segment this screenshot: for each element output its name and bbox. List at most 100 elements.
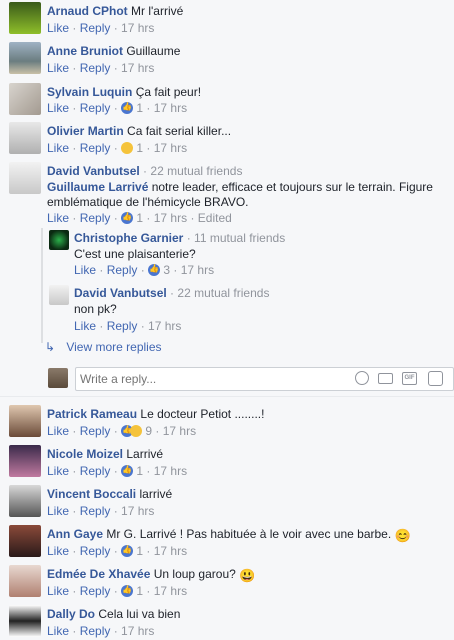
like-link[interactable]: Like <box>47 544 69 558</box>
timestamp[interactable]: 17 hrs <box>121 21 154 35</box>
like-reaction-icon[interactable] <box>121 544 134 557</box>
commenter-name[interactable]: Anne Bruniot <box>47 44 123 58</box>
commenter-name[interactable]: Olivier Martin <box>47 124 124 138</box>
timestamp[interactable]: 17 hrs <box>121 61 154 75</box>
reply-link[interactable]: Reply <box>80 141 111 155</box>
smiley-icon[interactable] <box>355 371 369 385</box>
like-reaction-icon[interactable] <box>121 101 134 114</box>
avatar[interactable] <box>9 162 41 194</box>
reaction-count[interactable]: 1 <box>136 211 143 225</box>
avatar[interactable] <box>49 230 69 250</box>
like-link[interactable]: Like <box>74 319 96 333</box>
mentioned-user[interactable]: Guillaume Larrivé <box>47 180 148 194</box>
timestamp[interactable]: 17 hrs <box>154 141 187 155</box>
avatar[interactable] <box>49 285 69 305</box>
reply-arrow-icon: ↳ <box>45 340 56 354</box>
reaction-count[interactable]: 1 <box>136 101 143 115</box>
timestamp[interactable]: 17 hrs <box>148 319 181 333</box>
reply-link[interactable]: Reply <box>80 424 111 438</box>
reply-input[interactable]: GIF <box>75 367 454 391</box>
reply-link[interactable]: Reply <box>80 211 111 225</box>
like-link[interactable]: Like <box>47 624 69 638</box>
like-link[interactable]: Like <box>47 504 69 518</box>
timestamp[interactable]: 17 hrs <box>121 624 154 638</box>
like-link[interactable]: Like <box>47 141 69 155</box>
edited-label[interactable]: Edited <box>198 211 232 225</box>
avatar[interactable] <box>9 565 41 597</box>
reply-link[interactable]: Reply <box>107 263 138 277</box>
commenter-name[interactable]: David Vanbutsel <box>74 286 167 300</box>
avatar[interactable] <box>9 525 41 557</box>
comment-actions: Like · Reply · 17 hrs <box>47 504 155 518</box>
commenter-name[interactable]: Nicole Moizel <box>47 447 123 461</box>
avatar[interactable] <box>9 2 41 34</box>
mutual-friends[interactable]: 11 mutual friends <box>194 231 285 245</box>
avatar[interactable] <box>9 485 41 517</box>
reply-link[interactable]: Reply <box>80 624 111 638</box>
reply-input-field[interactable] <box>76 368 340 390</box>
avatar[interactable] <box>9 122 41 154</box>
commenter-name[interactable]: Arnaud CPhot <box>47 4 128 18</box>
avatar[interactable] <box>9 405 41 437</box>
like-reaction-icon[interactable] <box>121 584 134 597</box>
commenter-name[interactable]: Vincent Boccali <box>47 487 136 501</box>
camera-icon[interactable] <box>378 373 393 384</box>
like-link[interactable]: Like <box>47 61 69 75</box>
mutual-friends[interactable]: 22 mutual friends <box>177 286 269 300</box>
like-link[interactable]: Like <box>47 464 69 478</box>
avatar[interactable] <box>48 368 68 388</box>
timestamp[interactable]: 17 hrs <box>181 263 214 277</box>
reaction-count[interactable]: 1 <box>136 141 143 155</box>
sad-reaction-icon[interactable] <box>121 142 134 154</box>
reply-link[interactable]: Reply <box>80 61 111 75</box>
commenter-name[interactable]: Edmée De Xhavée <box>47 567 150 581</box>
timestamp[interactable]: 17 hrs <box>154 584 187 598</box>
like-link[interactable]: Like <box>47 584 69 598</box>
avatar[interactable] <box>9 605 41 637</box>
like-link[interactable]: Like <box>74 263 96 277</box>
like-link[interactable]: Like <box>47 21 69 35</box>
reply-link[interactable]: Reply <box>80 584 111 598</box>
commenter-name[interactable]: David Vanbutsel <box>47 164 140 178</box>
reaction-count[interactable]: 1 <box>136 584 143 598</box>
like-link[interactable]: Like <box>47 424 69 438</box>
avatar[interactable] <box>9 83 41 115</box>
like-reaction-icon[interactable] <box>148 263 161 276</box>
reaction-count[interactable]: 3 <box>163 263 170 277</box>
avatar[interactable] <box>9 42 41 74</box>
mutual-friends[interactable]: 22 mutual friends <box>150 164 242 178</box>
timestamp[interactable]: 17 hrs <box>163 424 196 438</box>
reply-link[interactable]: Reply <box>80 544 111 558</box>
haha-reaction-icon[interactable] <box>130 425 143 437</box>
reply-link[interactable]: Reply <box>80 464 111 478</box>
reaction-count[interactable]: 1 <box>136 544 143 558</box>
timestamp[interactable]: 17 hrs <box>154 544 187 558</box>
reaction-count[interactable]: 1 <box>136 464 143 478</box>
comment-actions: Like · Reply · 17 hrs <box>47 61 155 75</box>
sticker-icon[interactable] <box>428 371 443 386</box>
view-more-replies[interactable]: ↳ View more replies <box>45 339 162 355</box>
timestamp[interactable]: 17 hrs <box>154 464 187 478</box>
like-link[interactable]: Like <box>47 211 69 225</box>
timestamp[interactable]: 17 hrs <box>154 101 187 115</box>
gif-icon[interactable]: GIF <box>402 372 417 385</box>
reaction-count[interactable]: 9 <box>145 424 152 438</box>
like-reaction-icon[interactable] <box>121 464 134 477</box>
comment-line: Vincent Boccali larrivé <box>47 486 172 502</box>
commenter-name[interactable]: Ann Gaye <box>47 527 103 541</box>
commenter-name[interactable]: Dally Do <box>47 607 95 621</box>
like-reaction-icon[interactable] <box>121 211 134 224</box>
avatar[interactable] <box>9 445 41 477</box>
reply-link[interactable]: Reply <box>80 21 111 35</box>
reply-link[interactable]: Reply <box>107 319 138 333</box>
commenter-name[interactable]: Christophe Garnier <box>74 231 183 245</box>
reply-link[interactable]: Reply <box>80 504 111 518</box>
timestamp[interactable]: 17 hrs <box>154 211 187 225</box>
commenter-name[interactable]: Patrick Rameau <box>47 407 137 421</box>
like-link[interactable]: Like <box>47 101 69 115</box>
comment-text: Larrivé <box>126 447 164 461</box>
reply-link[interactable]: Reply <box>80 101 111 115</box>
commenter-name[interactable]: Sylvain Luquin <box>47 85 132 99</box>
smiling-emoji-icon: 😊 <box>394 528 411 543</box>
timestamp[interactable]: 17 hrs <box>121 504 154 518</box>
